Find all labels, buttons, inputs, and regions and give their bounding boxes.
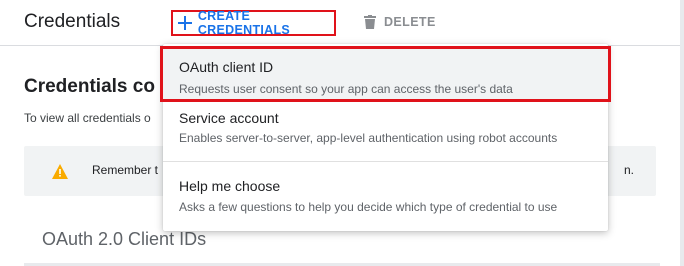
create-credentials-menu: OAuth client ID Requests user consent so… — [160, 44, 611, 231]
create-credentials-label: CREATE CREDENTIALS — [197, 9, 291, 37]
credentials-section-heading: Credentials co — [24, 76, 155, 97]
notice-text-end: n. — [624, 163, 635, 177]
create-credentials-button[interactable]: CREATE CREDENTIALS — [171, 9, 336, 37]
oauth-client-ids-heading: OAuth 2.0 Client IDs — [42, 229, 207, 249]
menu-divider — [163, 161, 608, 162]
scrollbar-edge — [680, 0, 684, 266]
menu-item-title: OAuth client ID — [179, 59, 274, 75]
plus-icon — [178, 16, 192, 30]
delete-label: DELETE — [384, 15, 436, 29]
menu-item-description: Asks a few questions to help you decide … — [179, 200, 558, 214]
delete-button[interactable]: DELETE — [364, 15, 436, 29]
menu-item-title: Help me choose — [179, 178, 281, 194]
menu-item-service-account[interactable]: Service account Enables server-to-server… — [163, 104, 608, 162]
menu-item-help-me-choose[interactable]: Help me choose Asks a few questions to h… — [163, 170, 608, 228]
warning-icon — [52, 164, 68, 179]
menu-item-oauth-client-id[interactable]: OAuth client ID Requests user consent so… — [160, 46, 611, 102]
menu-item-title: Service account — [179, 110, 279, 126]
menu-item-description: Requests user consent so your app can ac… — [179, 82, 513, 96]
credentials-intro-text: To view all credentials o — [24, 111, 151, 125]
trash-icon — [364, 15, 376, 29]
page-title: Credentials — [24, 11, 121, 32]
top-toolbar: Credentials CREATE CREDENTIALS DELETE — [0, 0, 684, 46]
menu-item-description: Enables server-to-server, app-level auth… — [179, 131, 558, 145]
notice-text: Remember t — [92, 163, 159, 177]
